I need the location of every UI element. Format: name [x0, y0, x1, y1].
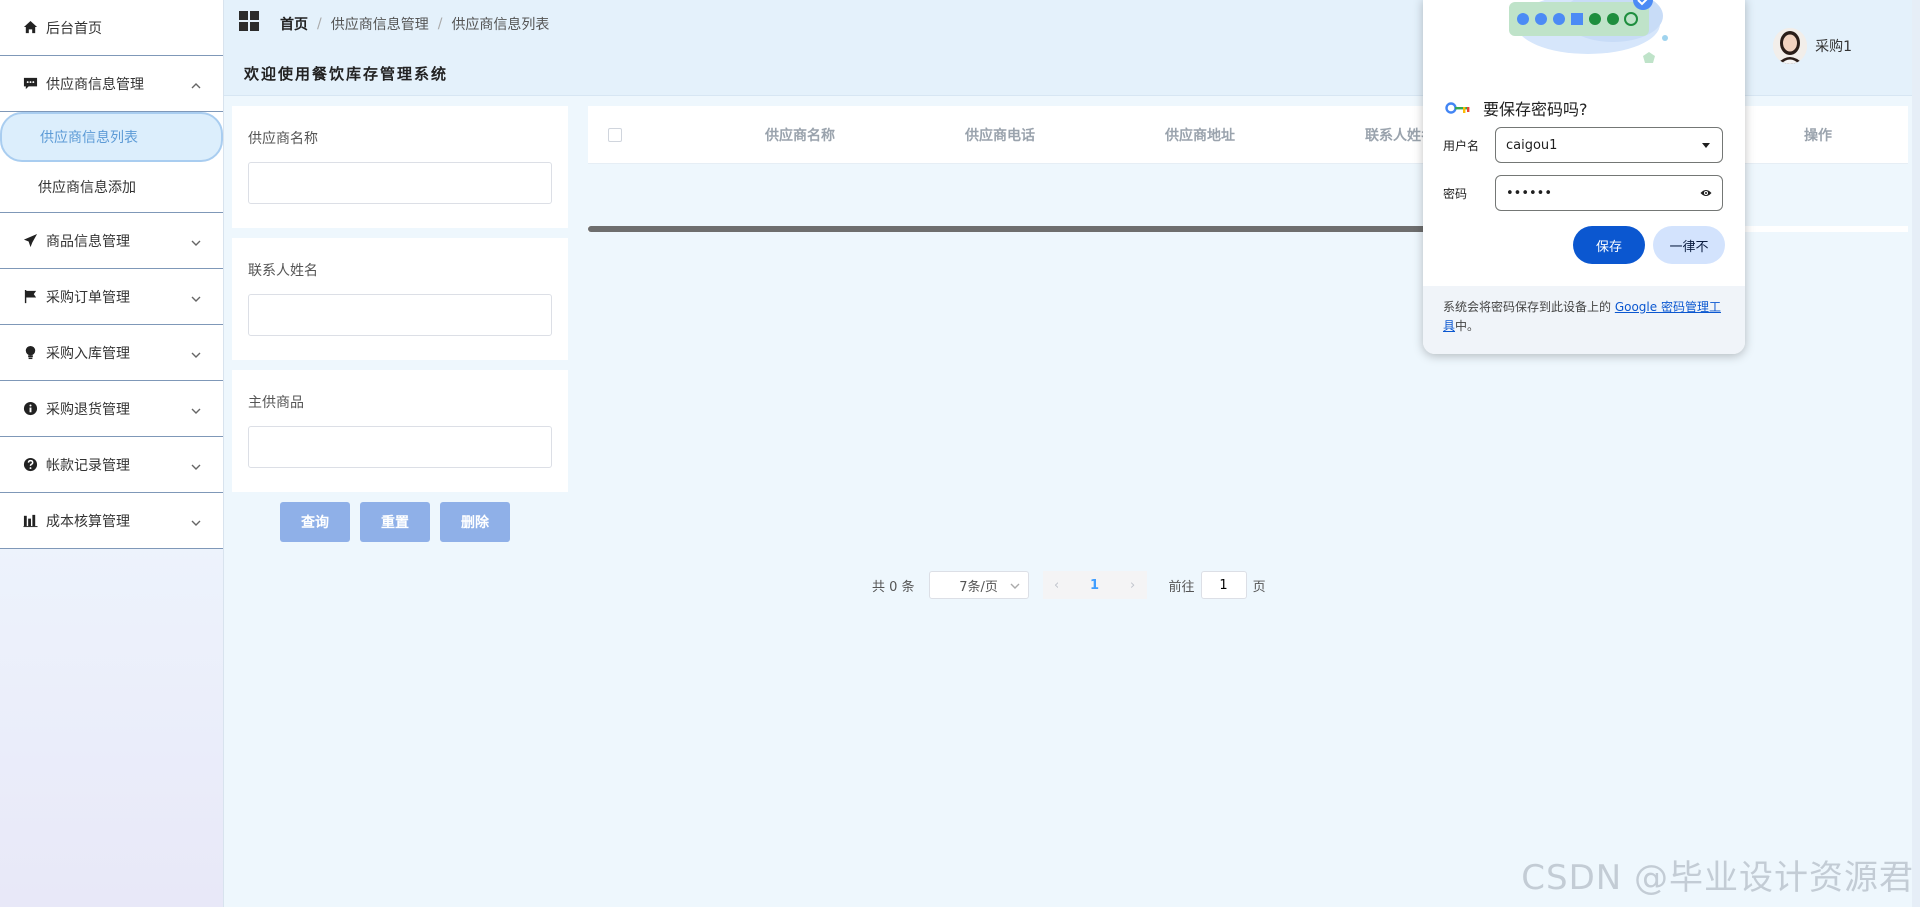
key-icon — [1445, 102, 1470, 114]
sidebar-item-label: 采购退货管理 — [46, 401, 130, 418]
main-goods-input[interactable] — [248, 426, 552, 468]
search-field-contact-name: 联系人姓名 — [232, 238, 568, 360]
dialog-footer: 系统会将密码保存到此设备上的 Google 密码管理工具中。 — [1423, 286, 1745, 354]
page-title: 欢迎使用餐饮库存管理系统 — [244, 65, 449, 83]
field-label: 联系人姓名 — [248, 263, 318, 279]
column-header-operation: 操作 — [1804, 127, 1832, 144]
field-label: 主供商品 — [248, 395, 304, 411]
sidebar-item-purchase-order[interactable]: 采购订单管理 — [0, 269, 223, 325]
sidebar-item-purchase-in[interactable]: 采购入库管理 — [0, 325, 223, 381]
chevron-up-icon — [191, 79, 201, 89]
sidebar-item-label: 采购订单管理 — [46, 289, 130, 306]
breadcrumb-separator: / — [437, 16, 443, 32]
breadcrumb-item: 供应商信息列表 — [451, 17, 550, 33]
search-panel: 供应商名称 联系人姓名 主供商品 查询 重置 删除 — [232, 106, 568, 542]
eye-icon[interactable] — [1700, 187, 1712, 199]
sidebar-subitem-supplier-list[interactable]: 供应商信息列表 — [0, 112, 223, 162]
watermark: CSDN @毕业设计资源君 — [1521, 858, 1914, 898]
window-edge — [1912, 0, 1920, 907]
chart-icon — [22, 513, 38, 529]
never-save-button[interactable]: 一律不 — [1653, 226, 1725, 264]
sidebar-item-supplier[interactable]: 供应商信息管理 — [0, 56, 223, 112]
reset-button[interactable]: 重置 — [360, 502, 430, 542]
column-header: 供应商名称 — [765, 127, 835, 144]
field-label: 供应商名称 — [248, 131, 318, 147]
column-header: 供应商地址 — [1165, 127, 1235, 144]
column-header: 供应商电话 — [965, 127, 1035, 144]
submenu-supplier: 供应商信息列表 供应商信息添加 — [0, 112, 223, 213]
username-row: 用户名 caigou1 — [1443, 127, 1723, 163]
next-page-button[interactable]: › — [1118, 571, 1147, 599]
sidebar-item-label: 后台首页 — [46, 20, 102, 37]
sidebar-item-label: 商品信息管理 — [46, 233, 130, 250]
caret-down-icon — [1702, 143, 1710, 148]
total-count: 共 0 条 — [872, 579, 915, 595]
breadcrumb: 首页 / 供应商信息管理 / 供应商信息列表 — [280, 14, 549, 34]
sidebar-item-account-record[interactable]: 帐款记录管理 — [0, 437, 223, 493]
goto-prefix: 前往 — [1168, 579, 1195, 595]
chevron-down-icon — [1010, 580, 1020, 590]
password-label: 密码 — [1443, 186, 1468, 201]
footer-text: 系统会将密码保存到此设备上的 — [1443, 300, 1615, 314]
chevron-down-icon — [191, 460, 201, 470]
home-icon — [22, 20, 38, 36]
paper-plane-icon — [22, 233, 38, 249]
save-password-button[interactable]: 保存 — [1573, 226, 1645, 264]
breadcrumb-separator: / — [317, 16, 322, 32]
password-field[interactable]: •••••• — [1495, 175, 1723, 211]
goto-page: 前往 页 — [1169, 571, 1266, 599]
goto-page-input[interactable] — [1200, 571, 1247, 599]
breadcrumb-item: 供应商信息管理 — [330, 17, 429, 33]
sidebar-item-purchase-return[interactable]: 采购退货管理 — [0, 381, 223, 437]
breadcrumb-home[interactable]: 首页 — [280, 14, 308, 34]
chevron-down-icon — [191, 348, 201, 358]
sidebar-item-label: 采购入库管理 — [46, 345, 130, 362]
contact-name-input[interactable] — [248, 294, 552, 336]
info-icon — [22, 401, 38, 417]
password-value: •••••• — [1506, 185, 1553, 201]
sidebar-subitem-supplier-add[interactable]: 供应商信息添加 — [0, 162, 223, 212]
prev-page-button[interactable]: ‹ — [1042, 571, 1071, 599]
pagination: 共 0 条 7条/页 ‹ 1 › 前往 页 — [872, 571, 1266, 599]
sidebar-item-home[interactable]: 后台首页 — [0, 0, 223, 56]
dialog-title: 要保存密码吗? — [1483, 100, 1588, 119]
chevron-down-icon — [191, 404, 201, 414]
chevron-down-icon — [191, 292, 201, 302]
sidebar-item-label: 帐款记录管理 — [46, 457, 130, 474]
user-name: 采购1 — [1815, 39, 1852, 55]
supplier-name-input[interactable] — [248, 162, 552, 204]
password-illustration-icon — [1509, 0, 1668, 63]
footer-text-suffix: 中。 — [1455, 319, 1480, 333]
avatar — [1773, 28, 1808, 64]
query-button[interactable]: 查询 — [280, 502, 350, 542]
question-icon — [22, 457, 38, 473]
grid-menu-icon[interactable] — [238, 10, 260, 32]
goto-suffix: 页 — [1252, 579, 1266, 595]
delete-button[interactable]: 删除 — [440, 502, 510, 542]
save-password-dialog: 要保存密码吗? 用户名 caigou1 密码 •••••• 保存 一律不 系统会… — [1423, 0, 1745, 354]
search-buttons: 查询 重置 删除 — [280, 502, 568, 542]
sidebar-item-goods[interactable]: 商品信息管理 — [0, 213, 223, 269]
dialog-title-row: 要保存密码吗? — [1445, 96, 1588, 120]
password-row: 密码 •••••• — [1443, 175, 1723, 211]
page-size-value: 7条/页 — [959, 579, 998, 595]
user-menu[interactable]: 采购1 — [1773, 28, 1852, 64]
select-all-checkbox[interactable] — [608, 127, 622, 142]
sidebar-item-label: 供应商信息管理 — [46, 76, 144, 93]
page-size-select[interactable]: 7条/页 — [928, 571, 1029, 599]
chevron-down-icon — [191, 236, 201, 246]
username-label: 用户名 — [1443, 138, 1480, 153]
search-field-main-goods: 主供商品 — [232, 370, 568, 492]
flag-icon — [22, 289, 38, 305]
search-field-supplier-name: 供应商名称 — [232, 106, 568, 228]
chevron-down-icon — [191, 516, 201, 526]
username-value: caigou1 — [1506, 137, 1558, 153]
page-number[interactable]: 1 — [1070, 571, 1119, 599]
username-select[interactable]: caigou1 — [1495, 127, 1723, 163]
bulb-icon — [22, 345, 38, 361]
sidebar-item-label: 成本核算管理 — [46, 513, 130, 530]
comment-icon — [22, 76, 38, 92]
sidebar: 后台首页 供应商信息管理 供应商信息列表 供应商信息添加 商品信息管理 采购订单… — [0, 0, 224, 907]
sidebar-item-cost[interactable]: 成本核算管理 — [0, 493, 223, 549]
